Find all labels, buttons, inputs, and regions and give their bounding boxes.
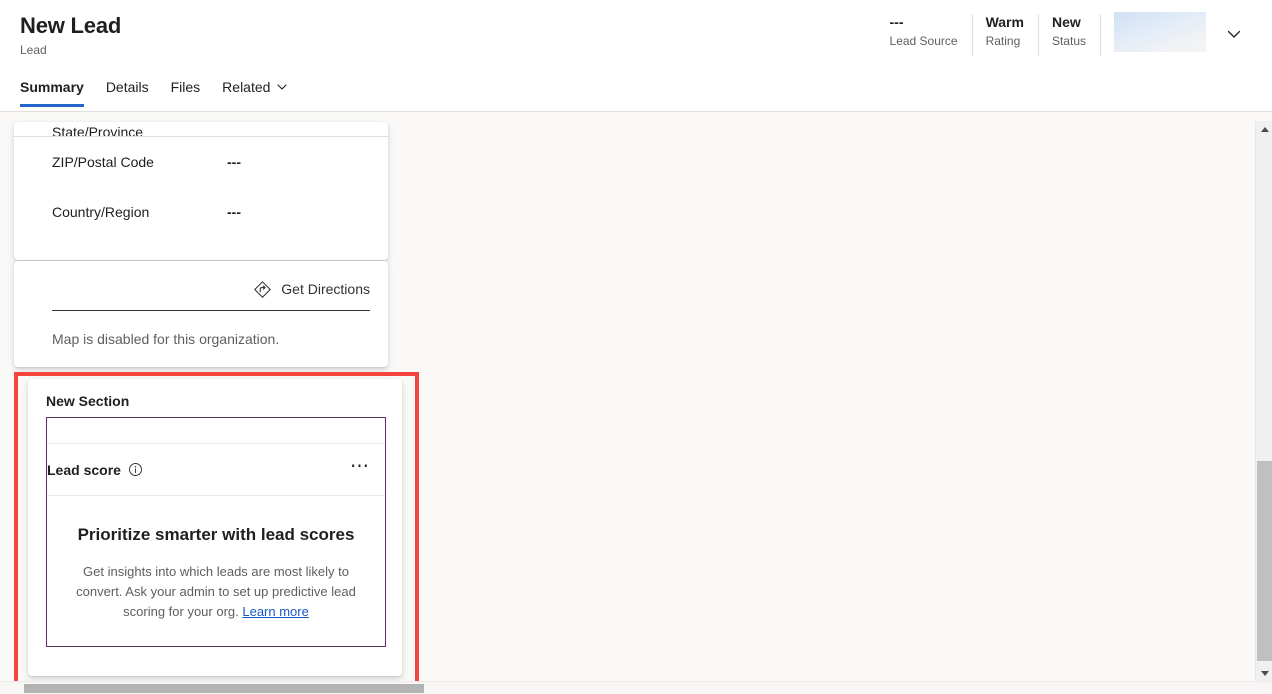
tab-related[interactable]: Related [222, 77, 298, 107]
map-rule-divider [52, 310, 370, 311]
header-expand-chevron[interactable] [1212, 12, 1256, 56]
tab-summary-label: Summary [20, 79, 84, 95]
vertical-scrollbar[interactable] [1255, 121, 1272, 682]
lead-score-title-group: Lead score [47, 460, 143, 480]
get-directions-label: Get Directions [281, 281, 370, 297]
field-row-zip-postal-code[interactable]: ZIP/Postal Code --- [14, 137, 388, 187]
new-section-card: New Section Lead score ⋯ Prioritize smar… [28, 379, 402, 676]
vertical-scrollbar-thumb[interactable] [1257, 461, 1272, 661]
header-field-status-label: Status [1051, 34, 1086, 48]
field-row-country-region[interactable]: Country/Region --- [14, 187, 388, 237]
chevron-down-icon [1227, 30, 1241, 38]
record-header: New Lead Lead --- Lead Source Warm Ratin… [0, 0, 1272, 112]
chevron-down-icon [277, 84, 287, 90]
app-root: New Lead Lead --- Lead Source Warm Ratin… [0, 0, 1272, 694]
get-directions-icon [254, 280, 272, 298]
header-field-status[interactable]: New Status [1037, 12, 1100, 56]
map-card: Get Directions Map is disabled for this … [14, 261, 388, 367]
tab-related-label: Related [222, 79, 271, 95]
get-directions-button[interactable]: Get Directions [52, 273, 370, 305]
header-field-rating-value: Warm [985, 14, 1024, 30]
info-circle-icon[interactable] [128, 462, 143, 477]
tab-summary[interactable]: Summary [20, 77, 94, 107]
page-title: New Lead [20, 13, 122, 38]
lead-score-empty-heading: Prioritize smarter with lead scores [77, 525, 355, 544]
field-label-state-province: State/Province [52, 124, 144, 136]
header-quick-fields: --- Lead Source Warm Rating New Status [876, 12, 1256, 64]
lead-score-header: Lead score ⋯ [47, 444, 385, 496]
scroll-up-arrow-icon [1260, 127, 1269, 132]
lead-score-empty-description: Get insights into which leads are most l… [61, 562, 371, 622]
address-card: State/Province ZIP/Postal Code --- Count… [14, 122, 388, 260]
tab-details-label: Details [105, 79, 149, 95]
scroll-up-button[interactable] [1256, 121, 1272, 138]
record-entity-label: Lead [20, 43, 47, 57]
header-field-lead-source-value: --- [889, 14, 904, 30]
lead-score-top-strip [47, 418, 385, 444]
field-label-zip-postal-code: ZIP/Postal Code [52, 154, 154, 170]
lead-score-title: Lead score [47, 461, 121, 478]
header-title-group: New Lead Lead [20, 12, 121, 58]
field-value-country-region: --- [227, 204, 241, 220]
lead-score-control: Lead score ⋯ Prioritize smarter with lea… [46, 417, 386, 647]
form-tablist: Summary Details Files Related [20, 72, 310, 112]
horizontal-scrollbar[interactable] [0, 681, 1272, 694]
form-body-scroll-region: State/Province ZIP/Postal Code --- Count… [0, 113, 1272, 681]
field-label-country-region: Country/Region [52, 204, 150, 220]
field-row-state-province[interactable]: State/Province [14, 122, 388, 136]
header-field-rating[interactable]: Warm Rating [971, 12, 1038, 56]
header-field-status-value: New [1051, 14, 1081, 30]
field-value-zip-postal-code: --- [227, 154, 241, 170]
tab-details[interactable]: Details [106, 77, 159, 107]
loading-skeleton-block [1114, 12, 1206, 52]
header-field-lead-source[interactable]: --- Lead Source [876, 12, 972, 50]
header-field-rating-label: Rating [985, 34, 1021, 48]
header-field-loading-placeholder [1100, 12, 1206, 56]
new-section-title: New Section [46, 393, 130, 409]
map-disabled-message: Map is disabled for this organization. [52, 331, 280, 347]
header-field-lead-source-label: Lead Source [889, 34, 958, 48]
scroll-down-button[interactable] [1256, 665, 1272, 682]
scroll-down-arrow-icon [1260, 671, 1269, 676]
learn-more-link[interactable]: Learn more [242, 604, 308, 619]
lead-score-overflow-menu-button[interactable]: ⋯ [350, 457, 371, 478]
lead-score-empty-state: Prioritize smarter with lead scores Get … [47, 496, 385, 622]
tab-files[interactable]: Files [171, 77, 211, 107]
horizontal-scrollbar-thumb[interactable] [24, 684, 424, 693]
tab-files-label: Files [170, 79, 201, 95]
lead-score-empty-description-text: Get insights into which leads are most l… [76, 564, 356, 619]
